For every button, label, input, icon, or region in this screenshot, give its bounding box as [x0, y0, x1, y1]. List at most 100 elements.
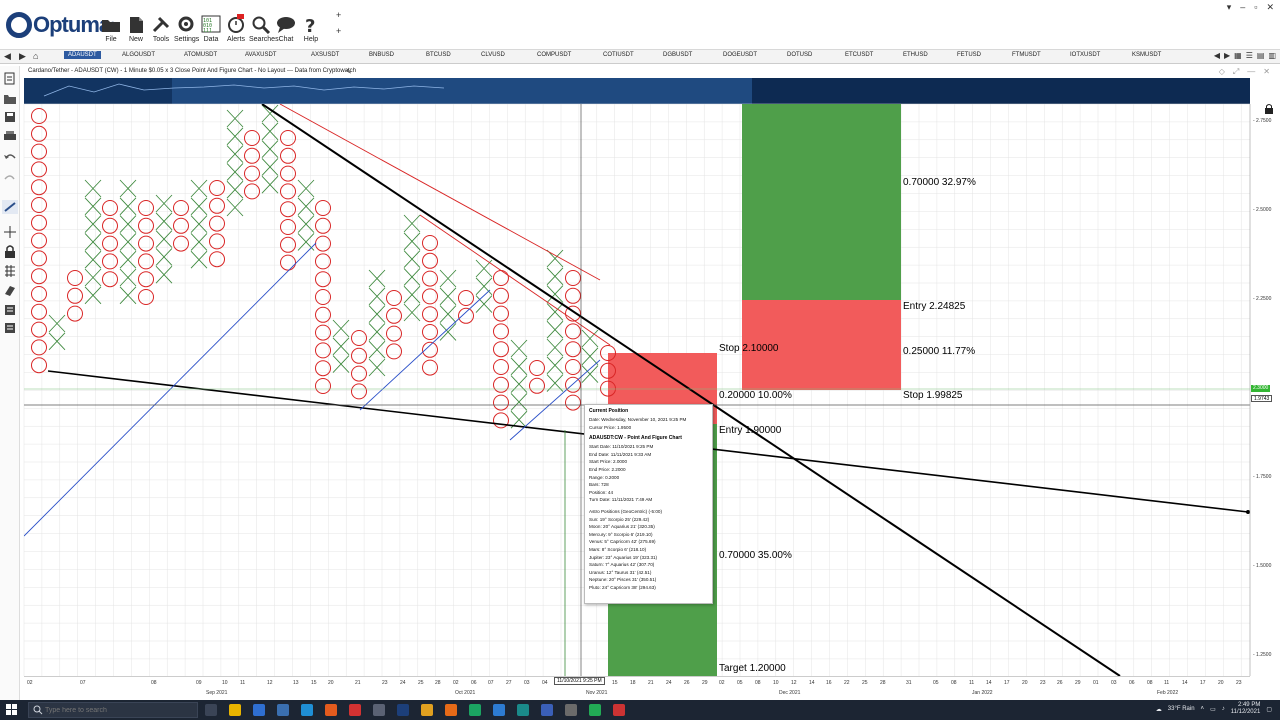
- pf-x-mark: [297, 179, 315, 198]
- app-icon-6[interactable]: [589, 704, 601, 716]
- firefox-icon[interactable]: [445, 704, 457, 716]
- pf-o-mark: [31, 197, 47, 213]
- date-tick-label: 15: [612, 680, 618, 686]
- pf-x-mark: [190, 233, 208, 251]
- brave-icon[interactable]: [325, 704, 337, 716]
- app-icon-1[interactable]: [469, 704, 481, 716]
- pf-o-mark: [31, 321, 47, 338]
- pf-x-mark: [119, 233, 137, 251]
- date-tick-label: 16: [826, 680, 832, 686]
- tray-chevron-icon[interactable]: ˄: [1201, 706, 1205, 712]
- descending-channel-red-2[interactable]: [419, 214, 611, 346]
- date-tick-label: 09: [196, 680, 202, 686]
- pf-o-mark: [422, 235, 438, 251]
- pf-x-mark: [546, 320, 564, 339]
- date-tick-label: 28: [880, 680, 886, 686]
- date-tick-label: 14: [809, 680, 815, 686]
- optuma-taskbar-icon[interactable]: [397, 704, 409, 716]
- edge-icon[interactable]: [301, 704, 313, 716]
- taskbar-clock[interactable]: 2:49 PM 11/12/2021: [1231, 702, 1261, 716]
- date-tick-label: 28: [435, 680, 441, 686]
- pf-o-mark: [493, 376, 509, 393]
- date-tick-label: 11: [1164, 680, 1170, 686]
- pf-o-mark: [102, 253, 118, 270]
- pf-x-mark: [261, 158, 279, 176]
- date-tick-label: 20: [328, 680, 334, 686]
- weather-icon[interactable]: ☁: [1156, 706, 1162, 713]
- pf-o-mark: [422, 252, 438, 269]
- mail-icon[interactable]: [277, 704, 289, 716]
- app-icon-5[interactable]: [565, 704, 577, 716]
- pf-x-mark: [368, 269, 386, 288]
- store-icon[interactable]: [253, 704, 265, 716]
- pf-x-mark: [581, 329, 599, 348]
- date-tick-label: 17: [1004, 680, 1010, 686]
- date-axis: 02 07 08 09 10 11 12 13 15 20 21 23 24 25 28 02 06 07 27 03…: [24, 676, 1250, 700]
- date-tick-label: 20: [1218, 680, 1224, 686]
- pf-x-mark: [48, 314, 66, 333]
- date-tick-label: 06: [471, 680, 477, 686]
- descending-channel-red[interactable]: [279, 104, 601, 281]
- taskbar-search[interactable]: [28, 702, 198, 718]
- pf-x-mark: [226, 198, 244, 217]
- upper-reward-label: 0.70000 32.97%: [903, 177, 976, 188]
- popup-line: Cursor Price: 1.9500: [589, 424, 632, 430]
- search-icon: [33, 705, 43, 715]
- pf-o-mark: [493, 412, 509, 429]
- lower-reward-label: 0.70000 35.00%: [719, 550, 792, 561]
- app-icon-2[interactable]: [493, 704, 505, 716]
- date-tick-label: 01: [1093, 680, 1099, 686]
- date-tick-label: 13: [293, 680, 299, 686]
- pf-o-mark: [386, 343, 402, 360]
- pf-o-mark: [244, 130, 260, 146]
- upper-risk-label: 0.25000 11.77%: [903, 346, 976, 357]
- pf-o-mark: [138, 253, 154, 270]
- chrome-icon[interactable]: [421, 704, 433, 716]
- task-view-icon[interactable]: [205, 704, 217, 716]
- pf-x-mark: [546, 267, 564, 286]
- popup-line: Neptune: 20° Pisces 31' (350.51): [589, 577, 657, 583]
- file-explorer-icon[interactable]: [229, 704, 241, 716]
- pf-o-mark: [31, 143, 47, 160]
- price-tick-label: - 1.7500: [1253, 474, 1272, 480]
- pf-o-mark: [280, 219, 296, 235]
- pf-x-mark: [84, 179, 102, 198]
- pf-x-mark: [546, 303, 564, 321]
- popup-line: Position: 44: [589, 489, 614, 495]
- pf-x-mark: [368, 305, 386, 323]
- pf-o-mark: [31, 303, 47, 320]
- date-tick-label: 12: [267, 680, 273, 686]
- volume-icon[interactable]: ♪: [1222, 706, 1225, 712]
- upper-stop-label: Stop 1.99825: [903, 390, 963, 401]
- app-icon-3[interactable]: [517, 704, 529, 716]
- windows-start-icon[interactable]: [6, 704, 18, 716]
- ascending-trendline-blue[interactable]: [24, 242, 317, 537]
- lower-risk-label: 0.20000 10.00%: [719, 390, 792, 401]
- taskbar-search-input[interactable]: [45, 705, 195, 716]
- vivaldi-icon[interactable]: [349, 704, 361, 716]
- pf-x-mark: [119, 286, 137, 305]
- pf-o-mark: [138, 200, 154, 216]
- calculator-icon[interactable]: [373, 704, 385, 716]
- pf-x-mark: [226, 109, 244, 128]
- date-tick-label: 11: [969, 680, 975, 686]
- price-tag-green: 2.3000: [1251, 385, 1271, 392]
- month-label: Sep 2021: [206, 690, 228, 696]
- date-tick-label: 31: [906, 680, 912, 686]
- popup-line: Range: 0.2000: [589, 474, 620, 480]
- weather-text[interactable]: 33°F Rain: [1168, 706, 1195, 712]
- app-icon-7[interactable]: [613, 704, 625, 716]
- pf-o-mark: [138, 235, 154, 252]
- pf-o-mark: [31, 108, 47, 124]
- network-icon[interactable]: ▭: [1210, 706, 1216, 713]
- pf-x-mark: [190, 250, 208, 269]
- notification-icon[interactable]: ▢: [1266, 706, 1272, 713]
- popup-line: Astro Positions (GeoCentric) (-5:00): [589, 508, 663, 514]
- pf-o-mark: [422, 359, 438, 376]
- pf-x-mark: [84, 233, 102, 251]
- app-icon-4[interactable]: [541, 704, 553, 716]
- pf-o-mark: [31, 250, 47, 267]
- pf-x-mark: [48, 332, 66, 351]
- trendline-end-handle[interactable]: [1246, 510, 1250, 514]
- pf-x-mark: [84, 215, 102, 233]
